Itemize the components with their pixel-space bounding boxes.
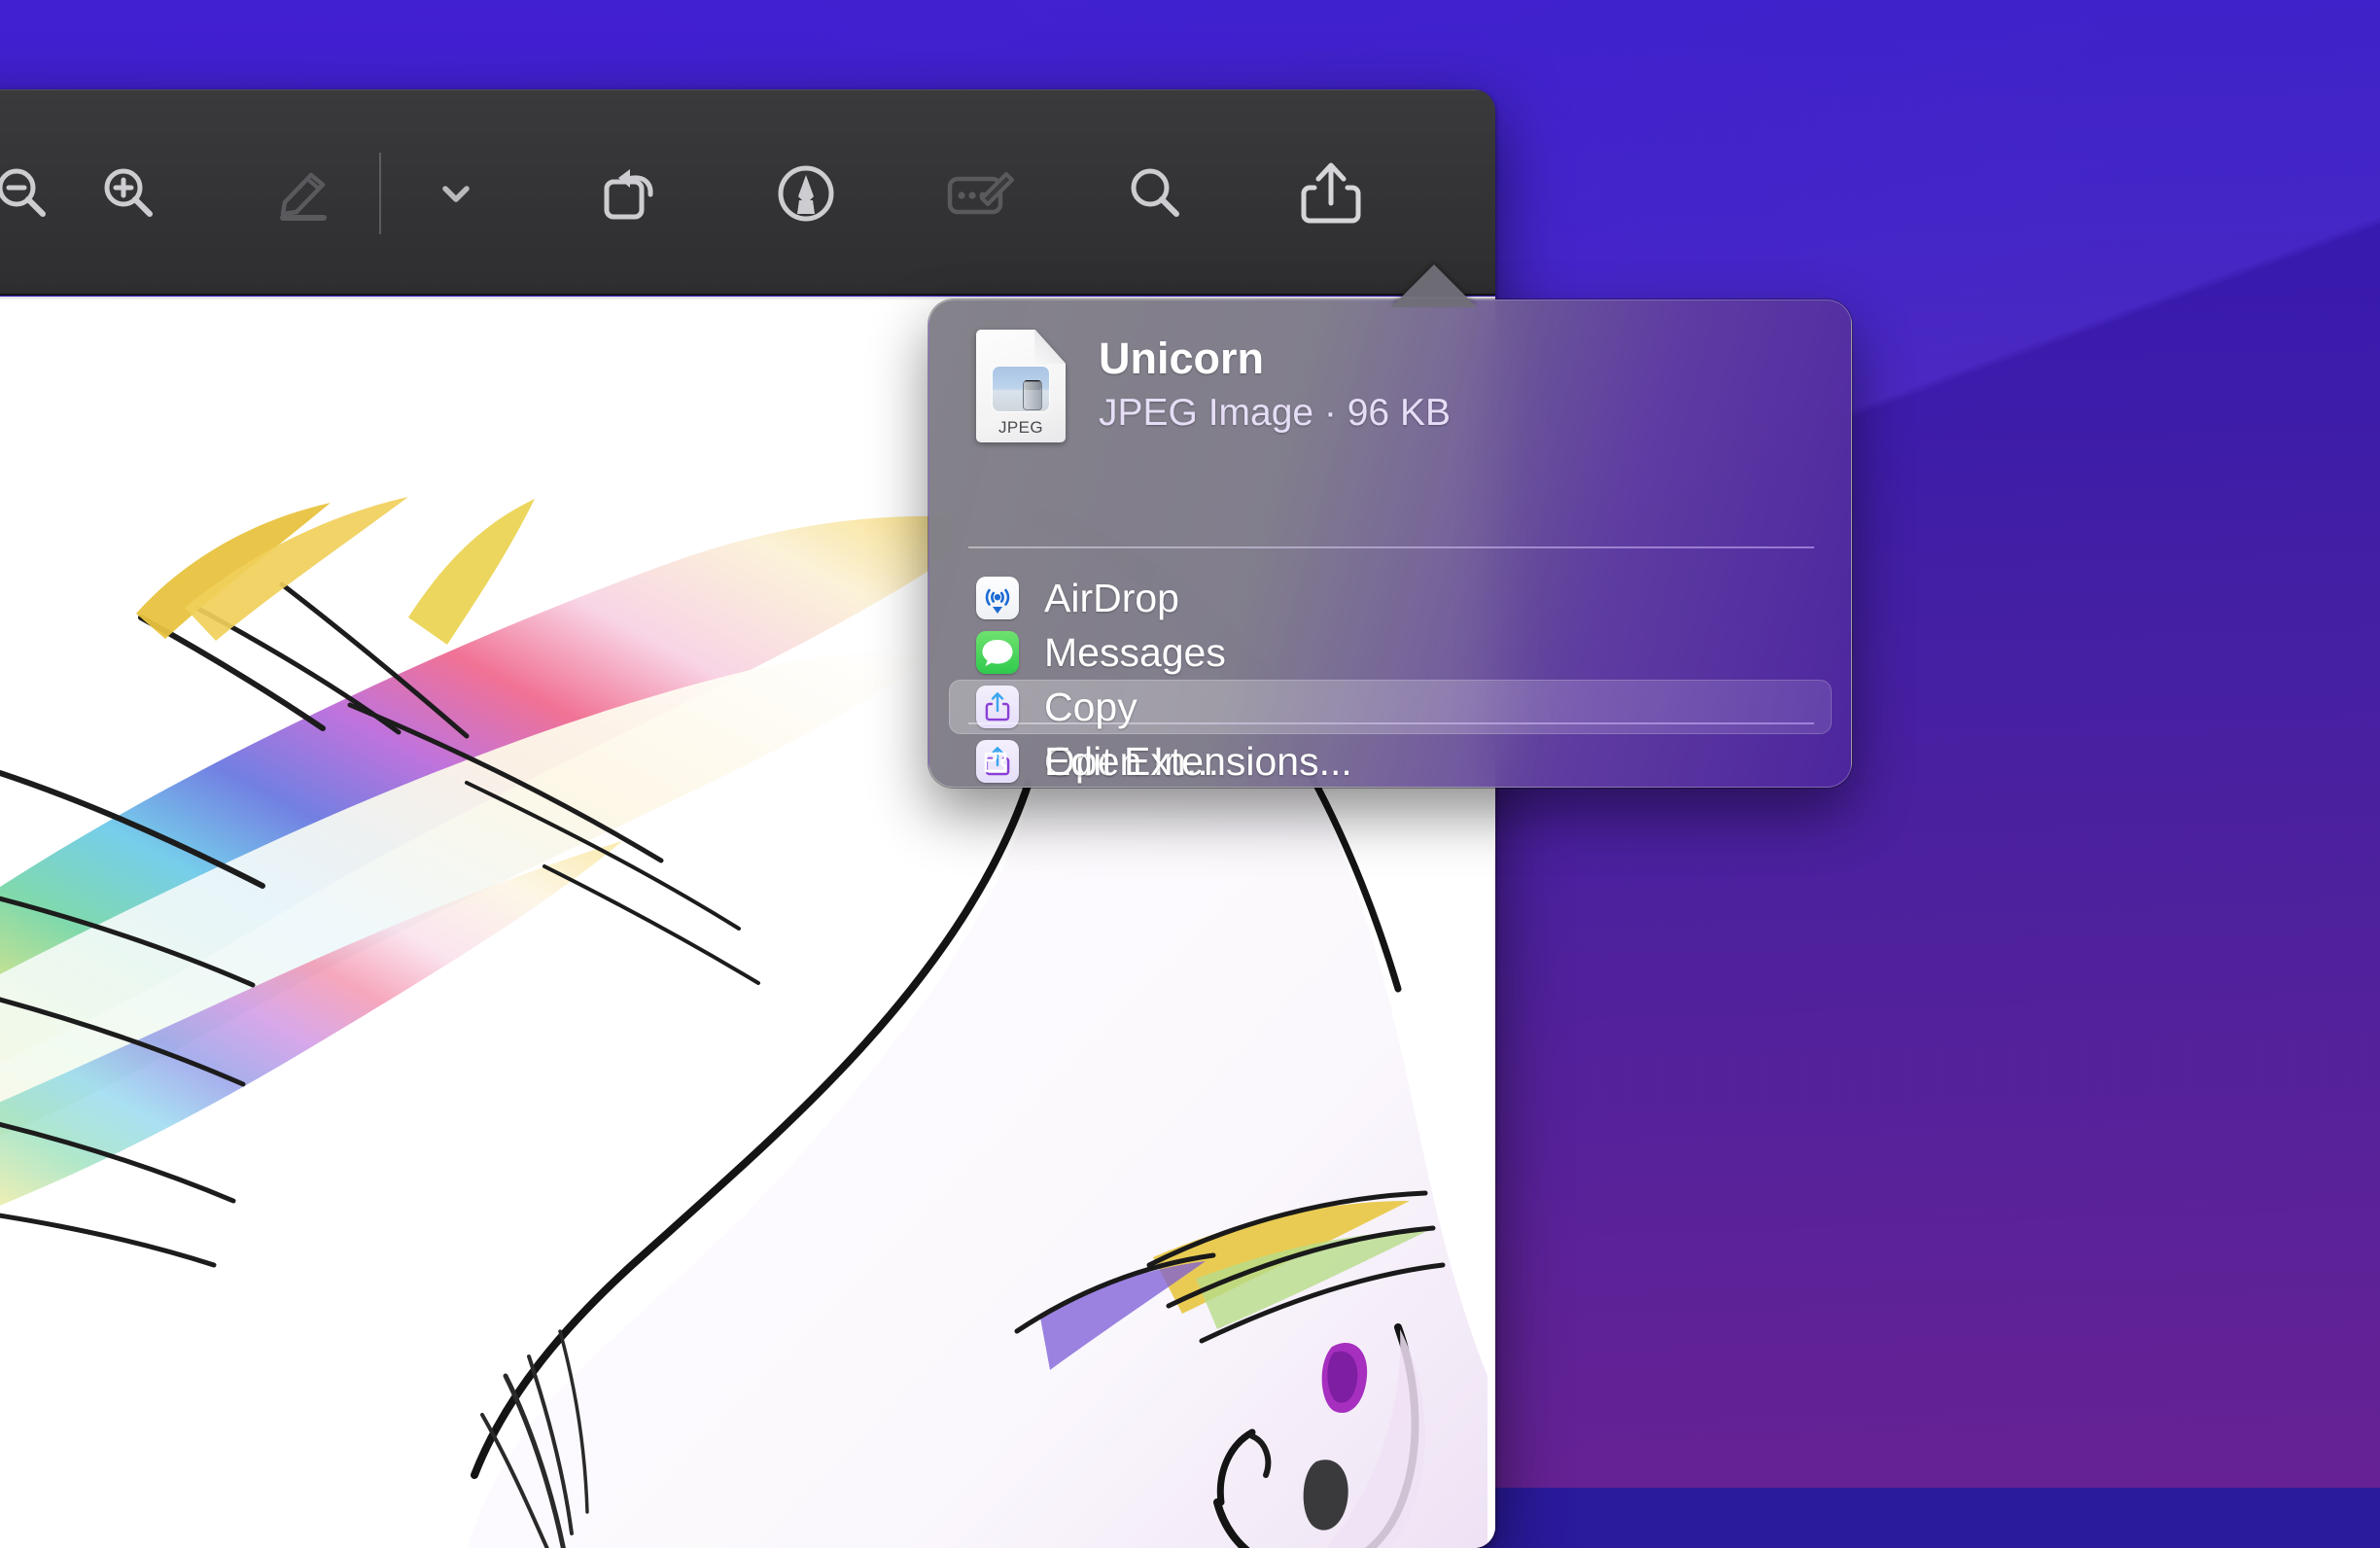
- file-meta: Unicorn JPEG Image · 96 KB: [1099, 334, 1451, 437]
- edit-extensions-item[interactable]: Edit Extensions...: [949, 734, 1832, 788]
- messages-icon: [976, 631, 1019, 674]
- file-thumbnail: [993, 367, 1049, 411]
- share-popover: JPEG Unicorn JPEG Image · 96 KB: [928, 299, 1852, 788]
- file-name: Unicorn: [1099, 334, 1451, 383]
- rotate-left-button[interactable]: [578, 140, 684, 247]
- share-option-label: Messages: [1044, 630, 1226, 676]
- file-extension-label: JPEG: [976, 418, 1066, 438]
- markup-button[interactable]: [752, 140, 859, 247]
- toolbar-divider: [379, 153, 381, 234]
- zoom-out-button[interactable]: [0, 140, 76, 247]
- share-option-messages[interactable]: Messages: [949, 625, 1832, 680]
- share-option-copy[interactable]: Copy: [949, 680, 1832, 734]
- share-option-label: AirDrop: [1044, 576, 1179, 621]
- zoom-in-button[interactable]: [76, 140, 183, 247]
- file-subtitle: JPEG Image · 96 KB: [1099, 390, 1451, 438]
- highlight-button[interactable]: [251, 140, 358, 247]
- jpeg-file-icon: JPEG: [976, 330, 1066, 442]
- search-button[interactable]: [1102, 140, 1209, 247]
- popover-divider-bottom: [968, 722, 1814, 724]
- popover-arrow: [1391, 264, 1477, 307]
- share-button[interactable]: [1278, 140, 1384, 247]
- share-popover-header: JPEG Unicorn JPEG Image · 96 KB: [976, 330, 1451, 442]
- annotate-button[interactable]: [928, 140, 1034, 247]
- airdrop-icon: [976, 577, 1019, 619]
- puzzle-piece-icon: [976, 740, 1019, 783]
- preview-toolbar: [0, 89, 1495, 296]
- share-option-airdrop[interactable]: AirDrop: [949, 571, 1832, 625]
- highlight-menu-button[interactable]: [402, 140, 509, 247]
- popover-divider-top: [968, 546, 1814, 548]
- thumbnail-bottle: [1023, 381, 1042, 410]
- edit-extensions-label: Edit Extensions...: [1044, 739, 1352, 785]
